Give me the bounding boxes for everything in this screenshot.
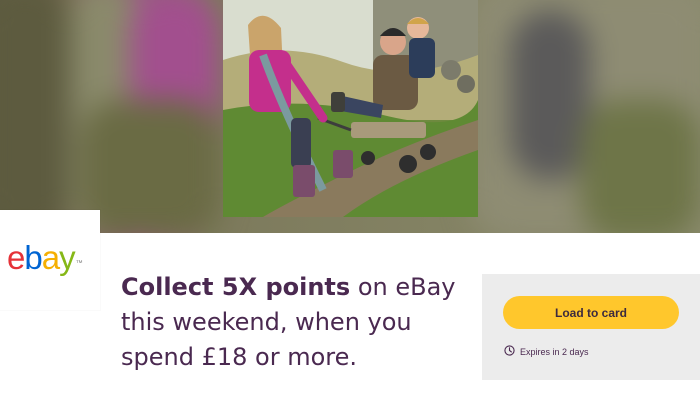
logo-trademark: ™: [75, 260, 83, 267]
family-photo: [223, 0, 478, 217]
ebay-logo: e b a y ™: [7, 238, 83, 278]
family-photo-illustration: [223, 0, 478, 217]
expiry-label: Expires in 2 days: [520, 346, 589, 357]
offer-headline: Collect 5X points on eBay this weekend, …: [121, 270, 461, 375]
offer-headline-bold: Collect 5X points: [121, 273, 351, 301]
logo-letter-e: e: [7, 239, 25, 276]
load-to-card-button[interactable]: Load to card: [503, 296, 679, 329]
hero-banner: [0, 0, 700, 233]
offer-action-panel: Load to card Expires in 2 days: [482, 274, 700, 380]
expiry-info: Expires in 2 days: [504, 345, 589, 358]
logo-letter-a: a: [41, 239, 60, 276]
logo-letter-b: b: [24, 239, 42, 276]
clock-icon: [504, 345, 515, 358]
logo-letter-y: y: [59, 239, 75, 276]
